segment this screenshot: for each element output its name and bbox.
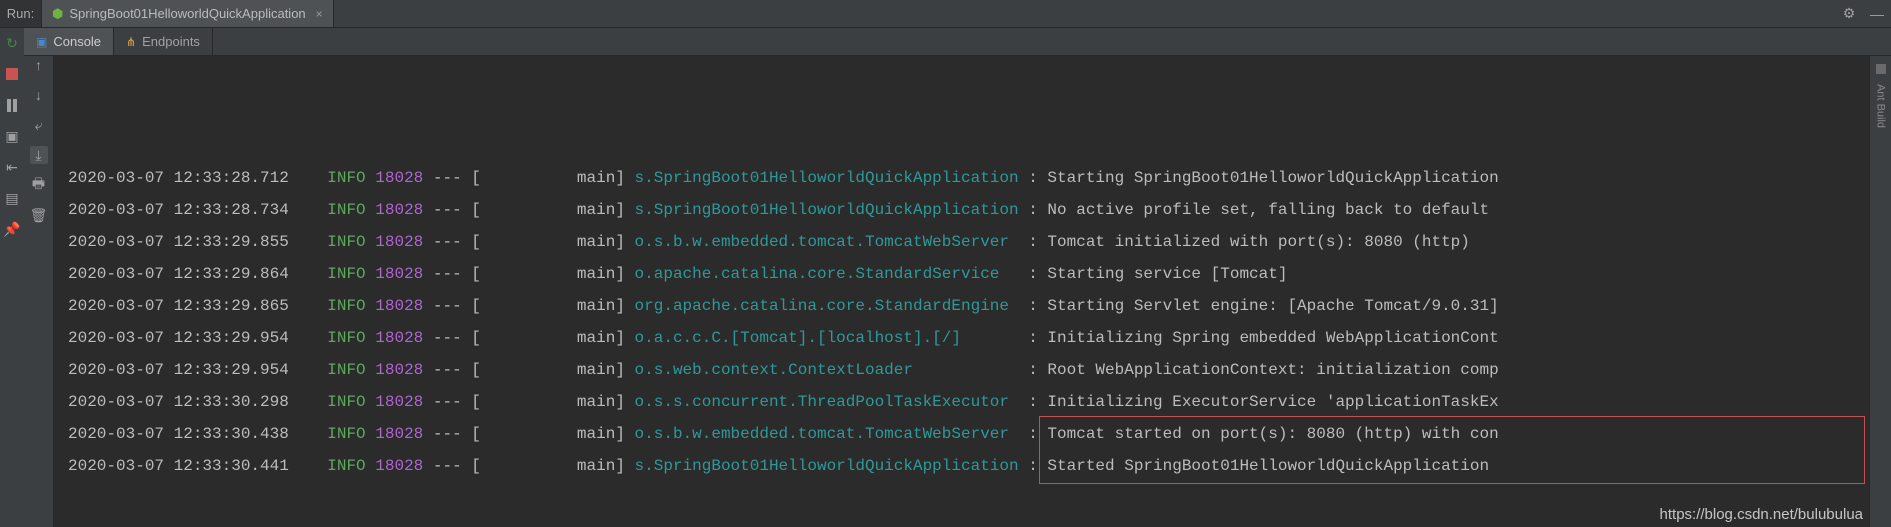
log-line: 2020-03-07 12:33:29.954 INFO 18028 --- [… xyxy=(68,354,1891,386)
right-tool-strip: Ant Build xyxy=(1869,56,1891,527)
spring-icon: ⬢ xyxy=(52,6,63,22)
print-icon[interactable]: 🖶 xyxy=(30,176,48,194)
log-line: 2020-03-07 12:33:28.734 INFO 18028 --- [… xyxy=(68,194,1891,226)
down-arrow-icon[interactable]: ↓ xyxy=(30,86,48,104)
log-line: 2020-03-07 12:33:29.864 INFO 18028 --- [… xyxy=(68,258,1891,290)
gear-icon[interactable]: ⚙ xyxy=(1835,0,1863,27)
log-line: 2020-03-07 12:33:30.298 INFO 18028 --- [… xyxy=(68,386,1891,418)
layout-icon[interactable]: ▤ xyxy=(3,189,21,207)
log-line: 2020-03-07 12:33:28.712 INFO 18028 --- [… xyxy=(68,162,1891,194)
scroll-to-end-icon[interactable]: ⤓ xyxy=(30,146,48,164)
soft-wrap-icon[interactable]: ⤶ xyxy=(30,116,48,134)
run-config-title: SpringBoot01HelloworldQuickApplication xyxy=(69,6,305,21)
clear-icon[interactable]: 🗑 xyxy=(30,206,48,224)
run-title-bar: Run: ⬢ SpringBoot01HelloworldQuickApplic… xyxy=(0,0,1891,28)
console-icon: ▣ xyxy=(36,35,47,49)
exit-icon[interactable]: ⇤ xyxy=(3,158,21,176)
hide-panel-icon[interactable]: — xyxy=(1863,0,1891,27)
watermark-text: https://blog.csdn.net/bulubulua xyxy=(1660,506,1863,523)
run-label: Run: xyxy=(0,0,42,27)
endpoints-icon: ⋔ xyxy=(126,35,136,49)
run-subtabs: ▣ Console ⋔ Endpoints xyxy=(24,28,1891,56)
up-arrow-icon[interactable]: ↑ xyxy=(30,56,48,74)
dump-threads-icon[interactable]: ▣ xyxy=(3,127,21,145)
log-line: 2020-03-07 12:33:30.438 INFO 18028 --- [… xyxy=(68,418,1891,450)
close-icon[interactable]: × xyxy=(316,7,323,21)
run-config-tab[interactable]: ⬢ SpringBoot01HelloworldQuickApplication… xyxy=(42,0,334,27)
right-strip-label[interactable]: Ant Build xyxy=(1875,84,1887,128)
log-line: 2020-03-07 12:33:29.865 INFO 18028 --- [… xyxy=(68,290,1891,322)
rerun-icon[interactable]: ↻ xyxy=(3,34,21,52)
tab-endpoints-label: Endpoints xyxy=(142,34,200,49)
tab-endpoints[interactable]: ⋔ Endpoints xyxy=(114,28,213,55)
run-left-toolbar: ↻ ▣ ⇤ ▤ 📌 xyxy=(0,28,24,527)
log-line: 2020-03-07 12:33:29.855 INFO 18028 --- [… xyxy=(68,226,1891,258)
log-line: 2020-03-07 12:33:29.954 INFO 18028 --- [… xyxy=(68,322,1891,354)
stop-icon[interactable] xyxy=(6,68,18,80)
tab-console[interactable]: ▣ Console xyxy=(24,28,114,55)
pin-icon[interactable]: 📌 xyxy=(3,220,21,238)
pause-icon[interactable] xyxy=(3,96,21,114)
right-strip-marker-icon xyxy=(1876,64,1886,74)
log-line: 2020-03-07 12:33:30.441 INFO 18028 --- [… xyxy=(68,450,1891,482)
console-output[interactable]: 2020-03-07 12:33:28.712 INFO 18028 --- [… xyxy=(54,56,1891,527)
console-toolbar: ↑ ↓ ⤶ ⤓ 🖶 🗑 xyxy=(24,56,54,527)
tab-console-label: Console xyxy=(53,34,101,49)
